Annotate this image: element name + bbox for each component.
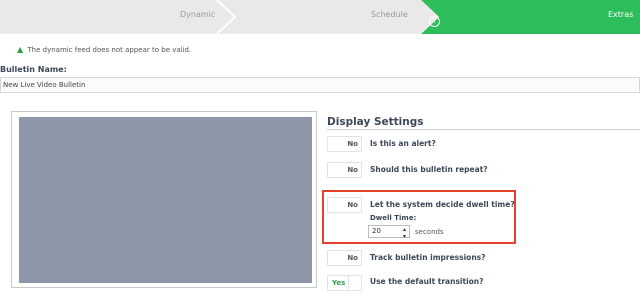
tab-schedule[interactable]: Schedule bbox=[371, 10, 408, 19]
toggle-state-label: No bbox=[347, 140, 358, 148]
display-settings-heading: Display Settings bbox=[327, 116, 424, 128]
step-divider bbox=[216, 0, 237, 34]
dwell-time-select[interactable]: 20 ▴ ▾ bbox=[368, 225, 410, 240]
impressions-toggle[interactable]: No bbox=[327, 250, 362, 266]
dwell-time-unit: seconds bbox=[415, 228, 444, 236]
warning-text: The dynamic feed does not appear to be v… bbox=[27, 46, 192, 54]
repeat-toggle[interactable]: No bbox=[327, 162, 362, 178]
transition-toggle[interactable]: Yes bbox=[327, 275, 362, 291]
alert-setting-label: Is this an alert? bbox=[370, 139, 436, 148]
wizard-steps: Dynamic Schedule ? Extras bbox=[0, 0, 640, 34]
wizard-arrows bbox=[216, 0, 640, 34]
dwell-time-value: 20 bbox=[372, 227, 381, 235]
validation-warning: ▲ The dynamic feed does not appear to be… bbox=[17, 45, 191, 54]
warning-triangle-icon: ▲ bbox=[17, 45, 24, 54]
toggle-state-label: Yes bbox=[332, 279, 346, 287]
preview-area bbox=[19, 117, 312, 283]
tab-extras[interactable]: Extras bbox=[608, 10, 633, 19]
transition-setting-label: Use the default transition? bbox=[370, 277, 484, 286]
heading-divider bbox=[327, 129, 640, 130]
impressions-setting-label: Track bulletin impressions? bbox=[370, 253, 486, 262]
auto-dwell-toggle[interactable]: No bbox=[327, 197, 362, 213]
toggle-state-label: No bbox=[347, 201, 358, 209]
repeat-setting-label: Should this bulletin repeat? bbox=[370, 165, 488, 174]
toggle-knob bbox=[348, 276, 361, 290]
dwell-time-label: Dwell Time: bbox=[370, 214, 417, 222]
tab-dynamic[interactable]: Dynamic bbox=[180, 10, 215, 19]
auto-dwell-setting-label: Let the system decide dwell time? bbox=[370, 200, 515, 209]
toggle-state-label: No bbox=[347, 254, 358, 262]
select-arrows-icon: ▴ ▾ bbox=[402, 226, 406, 240]
toggle-state-label: No bbox=[347, 166, 358, 174]
help-icon[interactable]: ? bbox=[429, 16, 440, 27]
bulletin-name-label: Bulletin Name: bbox=[0, 65, 67, 74]
bulletin-name-field[interactable]: New Live Video Bulletin bbox=[0, 77, 640, 93]
alert-toggle[interactable]: No bbox=[327, 136, 362, 152]
